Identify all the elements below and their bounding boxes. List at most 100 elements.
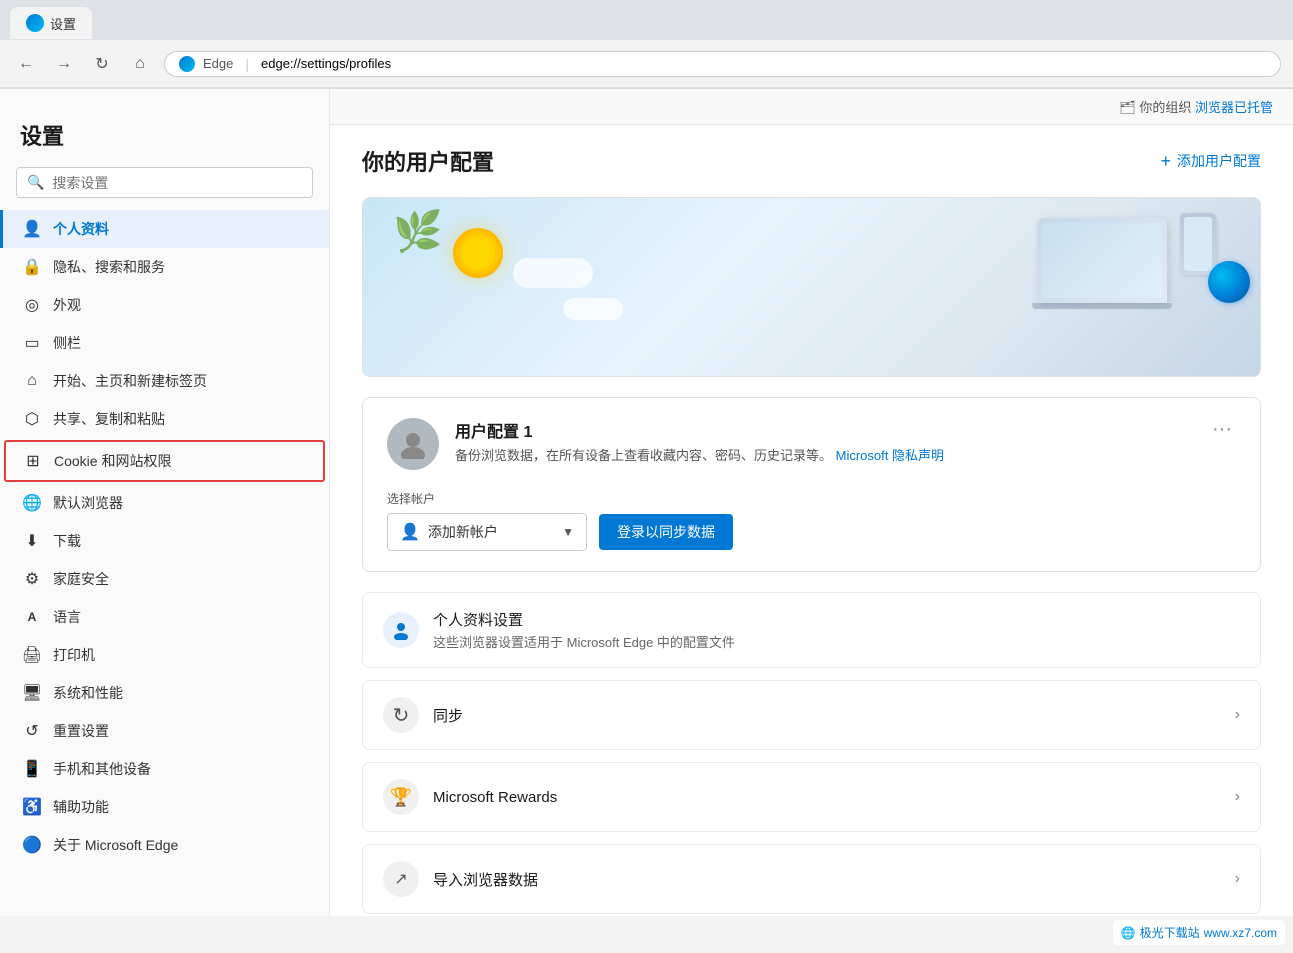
sidebar-item-mobile[interactable]: 📱 手机和其他设备: [0, 750, 329, 788]
sidebar-item-downloads[interactable]: ⬇ 下载: [0, 522, 329, 560]
profile-settings-header[interactable]: 个人资料设置 这些浏览器设置适用于 Microsoft Edge 中的配置文件: [363, 593, 1260, 667]
sidebar-item-label: 个人资料: [53, 219, 309, 239]
content-header: 你的用户配置 + 添加用户配置: [362, 145, 1261, 177]
reset-icon: ↺: [23, 722, 41, 740]
sidebar-item-label: 开始、主页和新建标签页: [53, 371, 309, 391]
browser-icon: 🌐: [23, 494, 41, 512]
account-select-text: 添加新帐户: [428, 522, 554, 542]
notice-icon: 🗂: [1119, 100, 1136, 115]
sidebar-item-start[interactable]: ⌂ 开始、主页和新建标签页: [0, 362, 329, 400]
sidebar-item-accessibility[interactable]: ♿ 辅助功能: [0, 788, 329, 826]
profile-settings-section: 个人资料设置 这些浏览器设置适用于 Microsoft Edge 中的配置文件: [362, 592, 1261, 668]
sidebar-item-printer[interactable]: 🖨 打印机: [0, 636, 329, 674]
sidebar-item-system[interactable]: 🖥 系统和性能: [0, 674, 329, 712]
watermark: 🌐 极光下载站 www.xz7.com: [1113, 920, 1285, 945]
rewards-header[interactable]: 🏆 Microsoft Rewards ›: [363, 763, 1260, 831]
sidebar-title: 设置: [0, 109, 329, 167]
section-title: Microsoft Rewards: [433, 789, 1235, 806]
sidebar-item-label: 关于 Microsoft Edge: [53, 835, 309, 855]
watermark-text: 极光下载站: [1140, 924, 1200, 941]
sidebar-item-privacy[interactable]: 🔒 隐私、搜索和服务: [0, 248, 329, 286]
sidebar-item-cookies[interactable]: ⊞ Cookie 和网站权限: [4, 440, 325, 482]
sidebar-item-language[interactable]: A 语言: [0, 598, 329, 636]
laptop-base: [1032, 303, 1172, 309]
account-select[interactable]: 👤 添加新帐户 ▼: [387, 513, 587, 551]
section-title: 个人资料设置: [433, 609, 735, 630]
vine-decoration: 🌿: [393, 208, 443, 255]
laptop-screen: [1042, 223, 1162, 298]
sidebar-item-appearance[interactable]: ◎ 外观: [0, 286, 329, 324]
phone-body: [1180, 213, 1216, 275]
notice-link[interactable]: 浏览器已托管: [1195, 100, 1273, 115]
sidebar-item-reset[interactable]: ↺ 重置设置: [0, 712, 329, 750]
cookie-icon: ⊞: [24, 452, 42, 470]
privacy-link[interactable]: Microsoft 隐私声明: [836, 448, 944, 463]
add-profile-button[interactable]: + 添加用户配置: [1160, 151, 1261, 172]
search-box[interactable]: 🔍: [16, 167, 313, 198]
profile-icon: 👤: [23, 220, 41, 238]
sidebar-item-label: 侧栏: [53, 333, 309, 353]
refresh-button[interactable]: ↻: [88, 50, 116, 78]
home-button[interactable]: ⌂: [126, 50, 154, 78]
profile-header: 用户配置 1 备份浏览数据，在所有设备上查看收藏内容、密码、历史记录等。 Mic…: [387, 418, 1236, 470]
browser-tab[interactable]: 设置: [10, 7, 92, 39]
sidebar-item-sidebar[interactable]: ▭ 侧栏: [0, 324, 329, 362]
sidebar-item-family[interactable]: ⚙ 家庭安全: [0, 560, 329, 598]
printer-icon: 🖨: [23, 646, 41, 664]
sidebar-icon: ▭: [23, 334, 41, 352]
sidebar-item-label: 家庭安全: [53, 569, 309, 589]
phone-illustration: [1180, 213, 1240, 303]
tab-favicon: [26, 14, 44, 32]
rewards-section: 🏆 Microsoft Rewards ›: [362, 762, 1261, 832]
import-icon: ↗: [383, 861, 419, 897]
select-label: 选择帐户: [387, 490, 1236, 507]
family-icon: ⚙: [23, 570, 41, 588]
sidebar-item-label: 打印机: [53, 645, 309, 665]
sync-button[interactable]: 登录以同步数据: [599, 514, 733, 550]
watermark-url: www.xz7.com: [1204, 926, 1277, 940]
about-icon: 🔵: [23, 836, 41, 854]
sidebar-item-label: 重置设置: [53, 721, 309, 741]
profile-desc-text: 备份浏览数据，在所有设备上查看收藏内容、密码、历史记录等。: [455, 448, 832, 463]
sidebar-item-default-browser[interactable]: 🌐 默认浏览器: [0, 484, 329, 522]
section-title: 导入浏览器数据: [433, 869, 1235, 890]
browser-chrome: 设置 ← → ↻ ⌂ Edge |: [0, 0, 1293, 89]
forward-button[interactable]: →: [50, 50, 78, 78]
sidebar-item-share[interactable]: ⬡ 共享、复制和粘贴: [0, 400, 329, 438]
profile-info: 用户配置 1 备份浏览数据，在所有设备上查看收藏内容、密码、历史记录等。 Mic…: [455, 418, 1192, 466]
profile-avatar: [387, 418, 439, 470]
watermark-logo: 🌐: [1121, 926, 1136, 940]
sidebar-item-label: 隐私、搜索和服务: [53, 257, 309, 277]
import-header[interactable]: ↗ 导入浏览器数据 ›: [363, 845, 1260, 913]
sync-header[interactable]: ↻ 同步 ›: [363, 681, 1260, 749]
main-content: 🗂 你的组织 浏览器已托管 你的用户配置 + 添加用户配置 🌿: [330, 89, 1293, 916]
appearance-icon: ◎: [23, 296, 41, 314]
sidebar-item-label: 外观: [53, 295, 309, 315]
address-separator: |: [245, 56, 249, 72]
sync-icon: ↻: [383, 697, 419, 733]
home-icon: ⌂: [23, 372, 41, 390]
edge-circle-icon: [1208, 261, 1250, 303]
more-options-button[interactable]: ···: [1208, 418, 1236, 441]
sidebar-item-about[interactable]: 🔵 关于 Microsoft Edge: [0, 826, 329, 864]
sidebar-item-label: Cookie 和网站权限: [54, 451, 305, 471]
language-icon: A: [23, 608, 41, 626]
sidebar-item-profile[interactable]: 👤 个人资料: [0, 210, 329, 248]
section-title: 同步: [433, 705, 1235, 726]
chevron-right-icon: ›: [1235, 870, 1240, 888]
download-icon: ⬇: [23, 532, 41, 550]
back-button[interactable]: ←: [12, 50, 40, 78]
profile-settings-icon: [383, 612, 419, 648]
sync-section: ↻ 同步 ›: [362, 680, 1261, 750]
plus-icon: +: [1160, 151, 1171, 172]
share-icon: ⬡: [23, 410, 41, 428]
address-url-input[interactable]: [261, 56, 1266, 71]
search-input[interactable]: [52, 175, 302, 191]
system-icon: 🖥: [23, 684, 41, 702]
chevron-right-icon: ›: [1235, 788, 1240, 806]
sidebar-item-label: 辅助功能: [53, 797, 309, 817]
address-input-container[interactable]: Edge |: [164, 51, 1281, 77]
laptop-illustration: [1032, 218, 1172, 309]
search-icon: 🔍: [27, 174, 44, 191]
address-edge-icon: [179, 56, 195, 72]
